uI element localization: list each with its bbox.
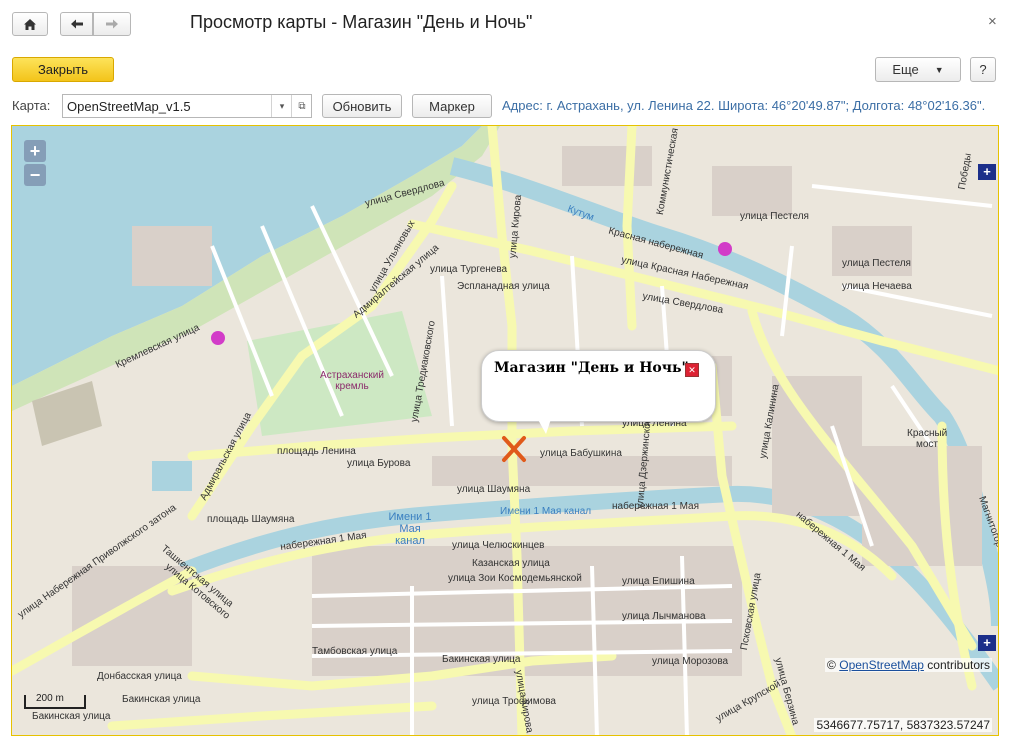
zoom-in-button[interactable]: + (24, 140, 46, 162)
map-label-burova: улица Бурова (347, 458, 411, 469)
map-label-esplanadnaya: Эспланадная улица (457, 281, 550, 292)
map-label-nechaeva: улица Нечаева (842, 281, 912, 292)
map-label-chelyuskintsev: улица Челюскинцев (452, 540, 545, 551)
map-label-bakinskaya-2: Бакинская улица (122, 694, 201, 705)
map-label-trofimova: улица Трофимова (472, 696, 556, 707)
forward-button[interactable] (93, 12, 131, 36)
popup-close-icon[interactable]: ✕ (685, 363, 699, 377)
map-label-turgeneva: улица Тургенева (430, 264, 508, 275)
home-icon (24, 18, 36, 30)
map-label-kazanskaya: Казанская улица (472, 558, 550, 569)
scale-bar: 200 m (24, 693, 86, 709)
map-label-pestelya: улица Пестеля (740, 211, 809, 222)
back-button[interactable] (60, 12, 93, 36)
more-button[interactable]: Еще ▼ (875, 57, 961, 82)
map-select[interactable]: OpenStreetMap_v1.5 ▾ ⧉ (62, 94, 312, 118)
popup-tail (536, 416, 552, 434)
popup-title: Магазин "День и Ночь" (494, 360, 689, 376)
map-label-shaumyana-sq: площадь Шаумяна (207, 514, 295, 525)
dropdown-icon[interactable]: ▾ (271, 95, 292, 117)
open-icon[interactable]: ⧉ (291, 95, 312, 117)
map-label-babushkina: улица Бабушкина (540, 448, 622, 459)
scale-label: 200 m (36, 693, 64, 704)
hospital-icon-2: + (978, 635, 996, 651)
hospital-icon: + (978, 164, 996, 180)
marker-popup: Магазин "День и Ночь" ✕ (481, 350, 716, 422)
map-label-kremlin: Астраханский кремль (320, 370, 384, 392)
chevron-down-icon: ▼ (934, 64, 944, 75)
map-select-value: OpenStreetMap_v1.5 (67, 99, 191, 114)
arrow-left-icon (70, 19, 83, 29)
help-button[interactable]: ? (970, 57, 996, 82)
attribution: © OpenStreetMap contributors (825, 658, 992, 672)
address-text: Адрес: г. Астрахань, ул. Ленина 22. Широ… (502, 98, 986, 113)
map-label-kanal: Имени 1 Мая канал (388, 511, 432, 547)
map-label-kanal-2: Имени 1 Мая канал (500, 506, 592, 517)
close-button[interactable]: Закрыть (12, 57, 114, 82)
map-label-pestelya-2: улица Пестеля (842, 258, 911, 269)
window-title: Просмотр карты - Магазин "День и Ночь" (190, 12, 533, 32)
map-label: Карта: (12, 98, 51, 113)
map-label-morozova: улица Морозова (652, 656, 729, 667)
home-button[interactable] (12, 12, 48, 36)
map-label-zoi: улица Зои Космодемьянской (448, 573, 582, 584)
map-label-dontsovskaya: Донбасская улица (97, 671, 182, 682)
map-label-nab1maya-2: набережная 1 Мая (612, 501, 699, 512)
marker-button[interactable]: Маркер (412, 94, 492, 118)
map-label-bakinskaya-3: Бакинская улица (32, 711, 111, 722)
map-label-bakinskaya-1: Бакинская улица (442, 654, 521, 665)
map-label-lychmanova: улица Лычманова (622, 611, 706, 622)
zoom-out-button[interactable]: − (24, 164, 46, 186)
map-view[interactable]: улица Свердлова улица Свердлова Адмиралт… (11, 125, 999, 736)
more-label: Еще (892, 62, 919, 77)
map-label-shaumyana: улица Шаумяна (457, 484, 531, 495)
refresh-button[interactable]: Обновить (322, 94, 402, 118)
arrow-right-icon (106, 19, 118, 29)
map-label-epishina: улица Епишина (622, 576, 695, 587)
map-label-lenina-sq: площадь Ленина (277, 446, 356, 457)
map-label-krasny-most: Красный мост (907, 428, 948, 450)
cursor-coordinates: 5346677.75717, 5837323.57247 (814, 718, 992, 732)
map-label-tambovskaya: Тамбовская улица (312, 646, 398, 657)
close-window-icon[interactable]: × (988, 13, 997, 30)
map-canvas[interactable] (12, 126, 999, 736)
openstreetmap-link[interactable]: OpenStreetMap (839, 658, 924, 672)
